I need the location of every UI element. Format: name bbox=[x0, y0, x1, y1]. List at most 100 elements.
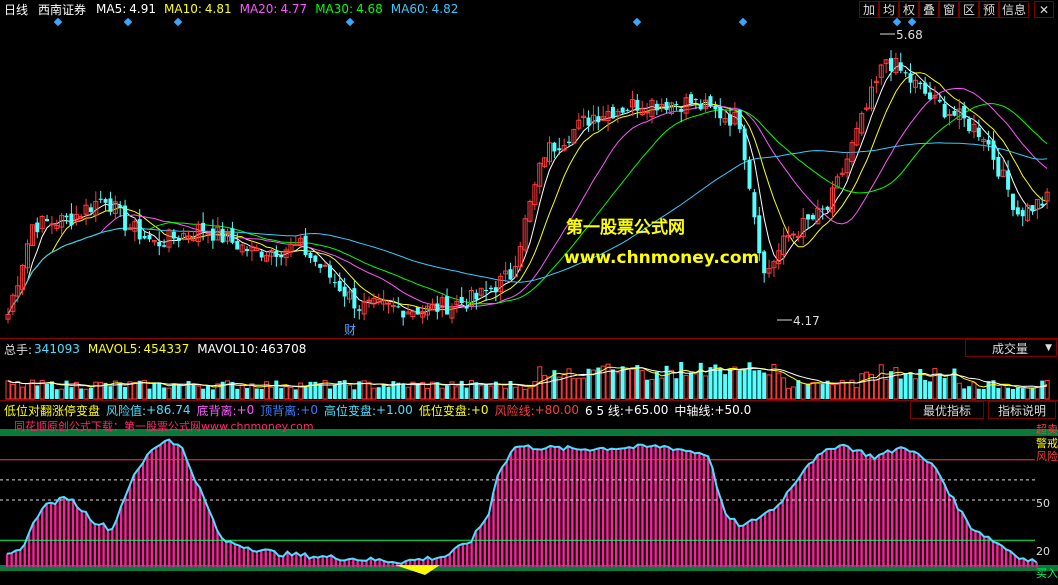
volume-bar bbox=[474, 382, 479, 399]
risk-bar bbox=[71, 499, 75, 567]
candle bbox=[327, 260, 332, 284]
risk-bar bbox=[899, 447, 903, 567]
finance-marker[interactable]: 财 bbox=[344, 321, 356, 338]
candle bbox=[567, 135, 572, 146]
volume-bar bbox=[112, 380, 118, 400]
risk-bar bbox=[974, 531, 977, 567]
volume-bar bbox=[5, 380, 11, 400]
risk-bar bbox=[168, 439, 171, 567]
risk-bar bbox=[781, 501, 784, 567]
candle bbox=[293, 235, 299, 247]
divider-volume bbox=[0, 338, 1058, 339]
indicator-title[interactable]: 低位对翻涨停变盘 bbox=[4, 402, 100, 419]
candle bbox=[629, 90, 635, 116]
risk-bar bbox=[523, 446, 526, 567]
volume-bar bbox=[615, 372, 621, 400]
candle bbox=[357, 305, 362, 320]
candle bbox=[728, 107, 733, 137]
volume-bar bbox=[1000, 383, 1006, 400]
candle bbox=[947, 109, 953, 126]
volume-bar bbox=[464, 387, 469, 399]
candle bbox=[928, 82, 933, 101]
ma60-value: 4.82 bbox=[431, 2, 459, 16]
risk-bar bbox=[457, 545, 460, 567]
risk-bar bbox=[812, 461, 815, 567]
risk-bar bbox=[452, 549, 456, 567]
risk-bar bbox=[877, 454, 881, 567]
best-indicator-tab[interactable]: 最优指标 bbox=[910, 401, 984, 419]
rights-button[interactable]: 权 bbox=[899, 1, 919, 18]
candle bbox=[956, 98, 962, 130]
window-button[interactable]: 窗 bbox=[939, 1, 959, 18]
volume-dropdown[interactable]: 成交量 ▼ bbox=[965, 339, 1057, 357]
risk-bar bbox=[855, 450, 859, 567]
midline-label: 中轴线: bbox=[674, 403, 715, 418]
candle bbox=[288, 237, 294, 257]
info-button[interactable]: 信息 bbox=[999, 1, 1029, 18]
risk-bar bbox=[562, 450, 565, 567]
volume-chart[interactable] bbox=[0, 358, 1058, 400]
candle bbox=[898, 52, 903, 74]
period-label[interactable]: 日线 bbox=[4, 1, 28, 18]
volume-bar bbox=[123, 387, 128, 399]
forecast-button[interactable]: 预 bbox=[979, 1, 999, 18]
risk-bar bbox=[728, 519, 732, 567]
volume-bar bbox=[454, 386, 460, 400]
add-button[interactable]: 加 bbox=[859, 1, 879, 18]
risk-bar bbox=[80, 511, 83, 567]
candle bbox=[542, 157, 548, 169]
range-button[interactable]: 区 bbox=[959, 1, 979, 18]
risk-bar bbox=[772, 509, 776, 567]
volume-bar bbox=[366, 381, 372, 400]
risk-bar bbox=[566, 446, 570, 567]
volume-bar bbox=[703, 375, 709, 400]
high-change-label: 高位变盘: bbox=[323, 403, 377, 418]
candle bbox=[878, 63, 884, 86]
risk-bar bbox=[720, 500, 723, 567]
volume-bar bbox=[1034, 386, 1040, 400]
candle bbox=[318, 263, 323, 273]
risk-bar bbox=[124, 496, 127, 567]
indicator-chart[interactable] bbox=[0, 419, 1058, 585]
volume-bar bbox=[157, 382, 162, 399]
candle bbox=[664, 98, 669, 114]
overlay-button[interactable]: 叠 bbox=[919, 1, 939, 18]
low-price-label: 4.17 bbox=[793, 314, 820, 328]
candle bbox=[352, 280, 357, 318]
mavol10-label: MAVOL10: bbox=[197, 342, 259, 356]
candle bbox=[1034, 198, 1040, 220]
risk-bar bbox=[650, 446, 653, 567]
risk-bar bbox=[584, 449, 587, 567]
risk-bar bbox=[978, 532, 982, 567]
stock-name: 西南证券 bbox=[38, 2, 87, 17]
volume-bar bbox=[35, 385, 40, 399]
midline-value: +50.0 bbox=[714, 403, 752, 417]
volume-bar bbox=[401, 383, 406, 399]
risk-bar bbox=[676, 449, 679, 567]
price-chart[interactable] bbox=[0, 18, 1058, 338]
candle bbox=[732, 102, 738, 126]
volume-bar bbox=[834, 383, 840, 400]
signal-diamond-icon bbox=[892, 18, 902, 27]
risk-bar bbox=[531, 449, 535, 567]
ma-button[interactable]: 均 bbox=[879, 1, 899, 18]
volume-bar bbox=[639, 370, 645, 400]
risk-bar bbox=[321, 555, 324, 567]
risk-bar bbox=[842, 444, 846, 567]
candle bbox=[283, 247, 289, 267]
risk-bar bbox=[636, 444, 640, 567]
risk-bar bbox=[290, 555, 294, 567]
candle bbox=[654, 100, 659, 116]
risk-bar bbox=[755, 519, 758, 567]
risk-bar bbox=[707, 456, 710, 567]
candle bbox=[303, 228, 308, 258]
volume-bar bbox=[698, 362, 703, 399]
line65-label: 6 5 线: bbox=[585, 403, 624, 418]
volume-bar bbox=[176, 384, 181, 399]
volume-bar bbox=[318, 384, 323, 399]
indicator-desc-tab[interactable]: 指标说明 bbox=[988, 401, 1056, 419]
close-icon[interactable]: ✕ bbox=[1034, 1, 1054, 18]
volume-bar bbox=[478, 385, 484, 400]
risk-bar bbox=[698, 452, 701, 567]
candle bbox=[346, 288, 352, 304]
